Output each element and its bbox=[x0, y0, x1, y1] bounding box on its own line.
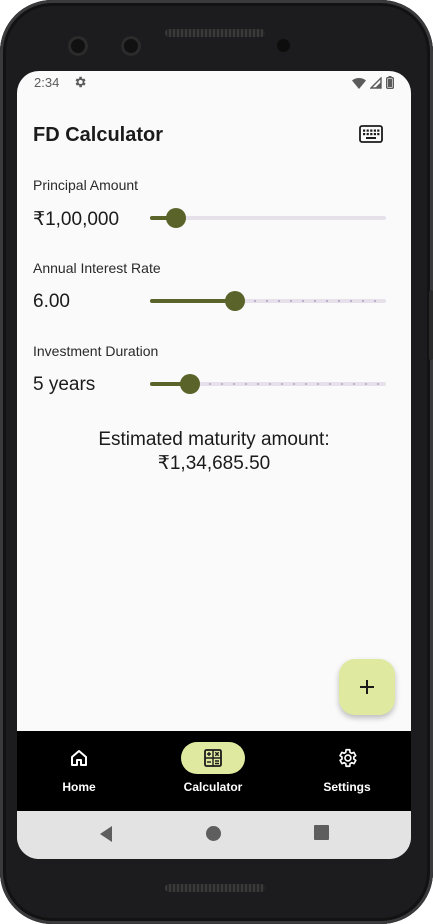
nav-pill-active bbox=[181, 742, 245, 774]
bottom-navigation: Home Calculator Settings bbox=[17, 731, 411, 811]
status-bar: 2:34 bbox=[17, 71, 411, 95]
maturity-amount: ₹1,34,685.50 bbox=[157, 453, 271, 474]
nav-item-calculator[interactable]: Calculator bbox=[153, 731, 273, 811]
maturity-label: Estimated maturity amount: bbox=[98, 429, 330, 450]
duration-slider[interactable] bbox=[150, 372, 386, 396]
app-screen: 2:34 FD Calculator Principal Amount ₹1,0… bbox=[17, 71, 411, 859]
principal-slider[interactable] bbox=[150, 206, 386, 230]
slider-tick-marks bbox=[246, 300, 386, 302]
duration-label: Investment Duration bbox=[33, 343, 159, 359]
duration-value: 5 years bbox=[33, 374, 96, 395]
phone-frame: 2:34 FD Calculator Principal Amount ₹1,0… bbox=[0, 0, 433, 924]
nav-label-settings: Settings bbox=[323, 780, 371, 794]
nav-pill bbox=[47, 742, 111, 774]
page-title: FD Calculator bbox=[33, 124, 164, 146]
slider-thumb[interactable] bbox=[224, 291, 245, 311]
calculator-icon bbox=[204, 749, 222, 767]
settings-icon bbox=[339, 748, 357, 768]
bottom-speaker bbox=[165, 884, 265, 892]
slider-tick-marks bbox=[202, 383, 386, 385]
settings-icon bbox=[75, 76, 86, 88]
interest-rate-label: Annual Interest Rate bbox=[33, 260, 161, 276]
battery-icon bbox=[386, 76, 394, 89]
nav-item-home[interactable]: Home bbox=[19, 731, 139, 811]
slider-thumb[interactable] bbox=[180, 374, 201, 394]
signal-icon bbox=[370, 76, 382, 89]
interest-rate-slider[interactable] bbox=[150, 289, 386, 313]
back-icon[interactable] bbox=[98, 825, 114, 843]
nav-label-home: Home bbox=[62, 780, 96, 794]
interest-rate-value: 6.00 bbox=[33, 291, 70, 312]
slider-thumb[interactable] bbox=[165, 208, 186, 228]
maturity-result: Estimated maturity amount: ₹1,34,685.50 bbox=[17, 428, 411, 476]
keyboard-icon[interactable] bbox=[359, 125, 383, 143]
proximity-sensor bbox=[277, 39, 290, 52]
add-fab-button[interactable] bbox=[339, 659, 395, 715]
principal-label: Principal Amount bbox=[33, 177, 139, 193]
nav-label-calculator: Calculator bbox=[183, 780, 243, 794]
system-navigation-bar bbox=[17, 811, 411, 859]
front-camera-icon bbox=[121, 36, 141, 56]
front-camera-icon bbox=[68, 36, 88, 56]
nav-item-settings[interactable]: Settings bbox=[287, 731, 407, 811]
volume-button bbox=[429, 290, 433, 360]
earpiece-speaker bbox=[165, 29, 265, 37]
slider-active-track bbox=[150, 299, 235, 303]
plus-icon bbox=[360, 680, 374, 694]
wifi-icon bbox=[352, 77, 366, 89]
nav-pill bbox=[315, 742, 379, 774]
principal-value: ₹1,00,000 bbox=[33, 209, 120, 230]
status-time: 2:34 bbox=[34, 75, 60, 90]
recents-icon[interactable] bbox=[314, 825, 329, 840]
home-icon bbox=[71, 750, 87, 766]
home-circle-icon[interactable] bbox=[205, 825, 222, 842]
